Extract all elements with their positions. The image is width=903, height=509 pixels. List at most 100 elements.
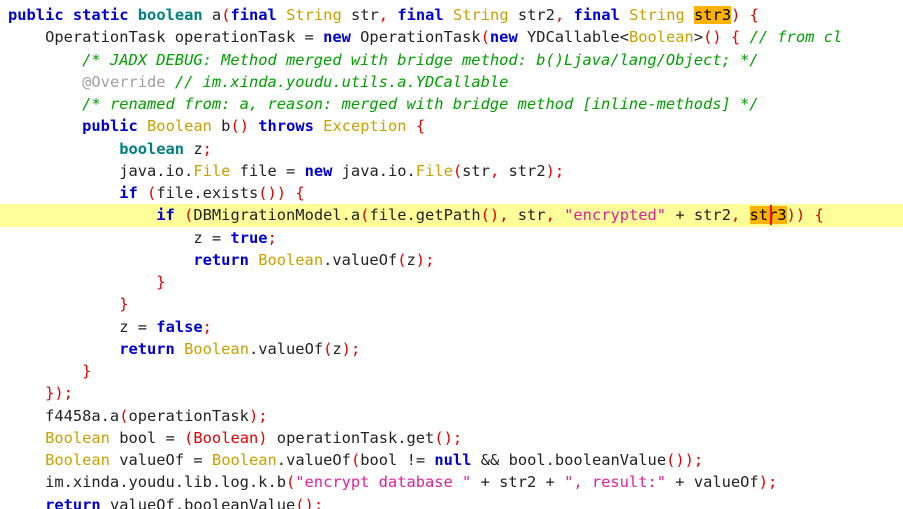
punctuation-token: } — [156, 273, 166, 291]
code-token: valueOf.booleanValue — [100, 495, 296, 509]
punctuation-token: () — [230, 117, 249, 136]
punctuation-token: , — [545, 206, 555, 225]
code-line[interactable]: @Override // im.xinda.youdu.utils.a.YDCa… — [0, 71, 903, 93]
code-line[interactable]: java.io.File file = new java.io.File(str… — [0, 160, 903, 182]
code-line[interactable]: if (file.exists()) { — [0, 182, 903, 204]
type-token: Boolean — [628, 28, 694, 47]
keyword-token: new — [304, 161, 333, 180]
type-token: String — [286, 6, 342, 24]
search-match-token: str3 — [749, 206, 787, 225]
code-line[interactable]: return valueOf.booleanValue(); — [0, 494, 903, 509]
code-line[interactable]: }); — [0, 382, 903, 404]
code-line[interactable]: public static boolean a(final String str… — [0, 4, 903, 26]
code-text-area[interactable]: public static boolean a (final String str… — [0, 4, 903, 509]
code-line[interactable]: } — [0, 271, 903, 293]
punctuation-token: { — [730, 28, 741, 47]
punctuation-token: () — [703, 28, 722, 47]
type-token: Boolean — [45, 451, 110, 469]
string-literal-token: ", result:" — [564, 473, 666, 492]
punctuation-token: () — [480, 206, 500, 225]
punctuation-token: ; — [202, 139, 212, 158]
string-literal-token: "encrypted" — [564, 206, 667, 225]
code-line[interactable]: boolean z; — [0, 138, 903, 160]
punctuation-token: ); — [545, 161, 565, 180]
code-line[interactable]: /* JADX DEBUG: Method merged with bridge… — [0, 49, 903, 71]
primitive-type-token: boolean — [119, 139, 185, 158]
code-line[interactable]: im.xinda.youdu.lib.log.k.b("encrypt data… — [0, 471, 903, 493]
keyword-token: return — [193, 250, 249, 269]
code-line[interactable]: z = true; — [0, 227, 903, 249]
punctuation-token: ); — [248, 406, 268, 425]
code-line-current[interactable]: if (DBMigrationModel.a(file.getPath(), s… — [0, 204, 903, 227]
code-token: z — [8, 317, 138, 336]
code-line[interactable]: public Boolean b() throws Exception { — [0, 115, 903, 137]
code-token: + — [675, 473, 685, 492]
code-token: z — [406, 250, 416, 269]
punctuation-token: } — [119, 295, 129, 314]
code-token: str2 — [508, 6, 555, 24]
code-line[interactable]: return Boolean.valueOf(z); — [0, 249, 903, 271]
code-token: z — [332, 339, 342, 358]
keyword-token: null — [434, 451, 472, 469]
code-token: .valueOf — [248, 339, 324, 358]
punctuation-token: ()) — [258, 184, 287, 202]
code-token: .valueOf — [323, 250, 398, 269]
code-line[interactable]: /* renamed from: a, reason: merged with … — [0, 93, 903, 115]
punctuation-token: { — [749, 6, 759, 24]
code-line[interactable]: OperationTask operationTask = new Operat… — [0, 26, 903, 48]
keyword-token: if — [119, 184, 138, 202]
code-editor[interactable]: public static boolean a (final String str… — [0, 0, 903, 509]
punctuation-token: , — [489, 161, 500, 180]
code-line[interactable]: Boolean bool = (Boolean) operationTask.g… — [0, 427, 903, 449]
code-line[interactable]: Boolean valueOf = Boolean.valueOf(bool !… — [0, 449, 903, 471]
code-token: b — [211, 117, 231, 136]
code-token: str — [341, 6, 379, 24]
type-token: Boolean — [147, 117, 212, 136]
code-token: != — [406, 451, 426, 469]
keyword-token: false — [156, 317, 203, 336]
keyword-token: static — [72, 6, 129, 24]
punctuation-token: ( — [480, 28, 490, 47]
punctuation-token: )) — [786, 206, 806, 225]
code-line[interactable]: } — [0, 293, 903, 315]
punctuation-token: } — [82, 362, 92, 380]
code-token: OperationTask operationTask — [8, 28, 305, 47]
code-token: java.io. — [8, 161, 194, 180]
code-line[interactable]: z = false; — [0, 316, 903, 338]
keyword-token: public — [82, 117, 138, 136]
keyword-token: final — [573, 6, 620, 24]
string-literal-token: "encrypt database " — [295, 473, 472, 492]
punctuation-token: ()); — [666, 451, 704, 469]
code-line[interactable]: f4458a.a(operationTask); — [0, 405, 903, 427]
punctuation-token: }); — [45, 384, 73, 403]
keyword-token: final — [230, 6, 277, 24]
code-token: = — [165, 428, 175, 447]
keyword-token: return — [119, 339, 175, 358]
code-line[interactable]: } — [0, 360, 903, 382]
code-token: operationTask.get — [267, 428, 435, 447]
punctuation-token: ); — [341, 339, 361, 358]
code-token: bool.booleanValue — [499, 451, 667, 469]
comment-token: // from cl — [749, 28, 843, 47]
code-line[interactable]: return Boolean.valueOf(z); — [0, 338, 903, 360]
punctuation-token: { — [415, 117, 426, 136]
